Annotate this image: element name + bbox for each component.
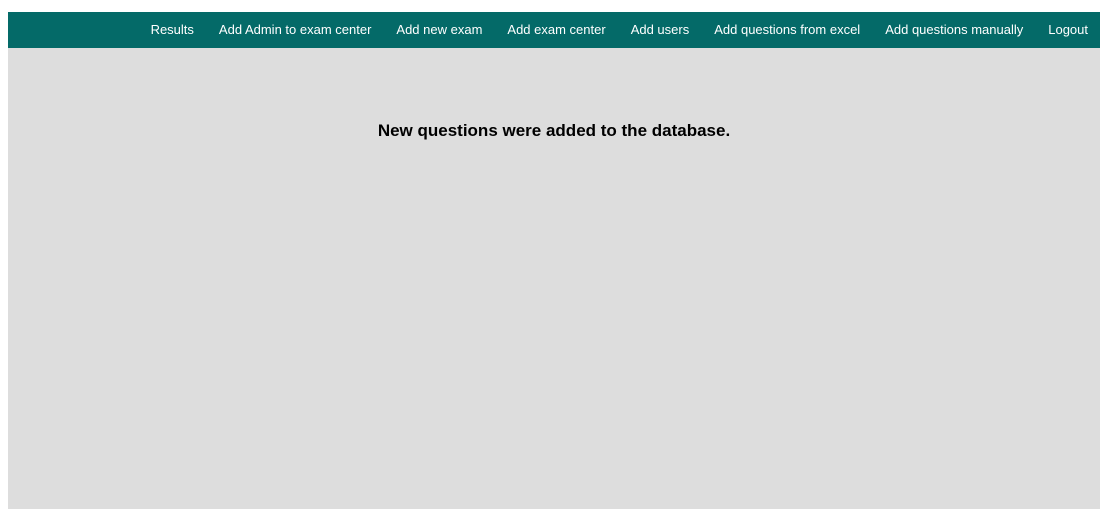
nav-link-add-questions-from-excel[interactable]: Add questions from excel bbox=[702, 12, 873, 48]
nav-link-add-exam-center[interactable]: Add exam center bbox=[495, 12, 618, 48]
nav-link-add-questions-manually[interactable]: Add questions manually bbox=[873, 12, 1036, 48]
nav-link-add-new-exam[interactable]: Add new exam bbox=[384, 12, 495, 48]
success-message: New questions were added to the database… bbox=[377, 121, 731, 140]
nav-link-add-admin-to-exam-center[interactable]: Add Admin to exam center bbox=[206, 12, 383, 48]
top-navbar: Results Add Admin to exam center Add new… bbox=[8, 12, 1100, 48]
nav-link-logout[interactable]: Logout bbox=[1036, 12, 1100, 48]
nav-link-add-users[interactable]: Add users bbox=[618, 12, 702, 48]
nav-link-results[interactable]: Results bbox=[138, 12, 206, 48]
page-container: Results Add Admin to exam center Add new… bbox=[8, 12, 1100, 509]
